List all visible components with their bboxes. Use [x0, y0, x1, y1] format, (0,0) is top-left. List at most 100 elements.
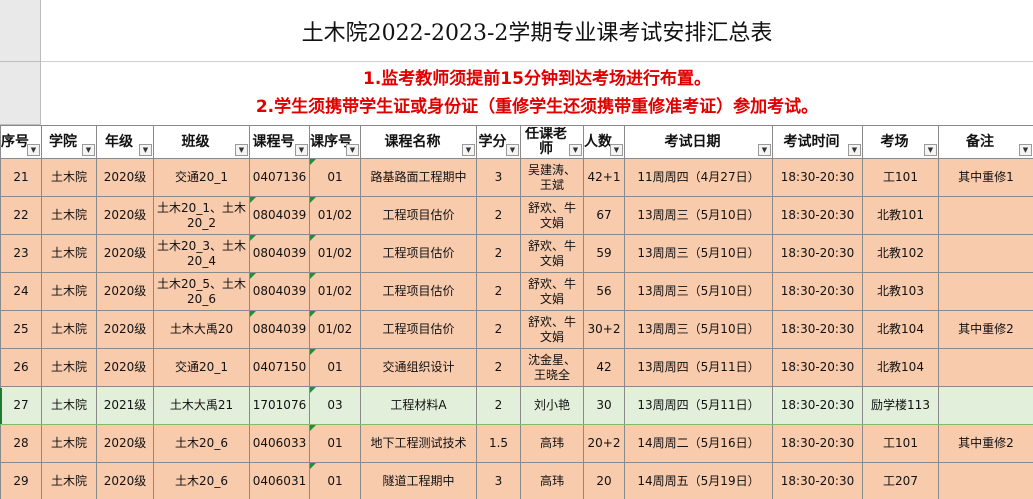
- cell-course-name[interactable]: 工程项目估价: [360, 310, 477, 349]
- table-row[interactable]: 28 土木院 2020级 土木20_6 0406033 01 地下工程测试技术 1.5 高玮 20…: [0, 424, 1033, 463]
- filter-dropdown-icon[interactable]: ▼: [346, 144, 359, 156]
- cell-course-seq[interactable]: 01: [309, 424, 361, 463]
- cell-credit[interactable]: 3: [476, 462, 521, 499]
- cell-exam-date[interactable]: 13周周三（5月10日）: [624, 310, 773, 349]
- cell-teacher[interactable]: 吴建涛、王斌: [520, 158, 584, 197]
- filter-dropdown-icon[interactable]: ▼: [569, 144, 582, 156]
- cell-exam-room[interactable]: 北教104: [862, 310, 939, 349]
- cell-credit[interactable]: 2: [476, 272, 521, 311]
- cell-class[interactable]: 交通20_1: [153, 348, 250, 387]
- cell-seq[interactable]: 26: [0, 348, 42, 387]
- cell-teacher[interactable]: 舒欢、牛文娟: [520, 196, 584, 235]
- cell-course-seq[interactable]: 01/02: [309, 310, 361, 349]
- cell-course-seq[interactable]: 01/02: [309, 272, 361, 311]
- filter-dropdown-icon[interactable]: ▼: [82, 144, 95, 156]
- cell-exam-date[interactable]: 14周周二（5月16日）: [624, 424, 773, 463]
- cell-count[interactable]: 30: [583, 386, 625, 425]
- table-row[interactable]: 26 土木院 2020级 交通20_1 0407150 01 交通组织设计 2 沈金星、王晓全 4…: [0, 348, 1033, 387]
- header-count[interactable]: 人数 ▼: [583, 125, 625, 159]
- cell-course-name[interactable]: 地下工程测试技术: [360, 424, 477, 463]
- cell-exam-date[interactable]: 13周周四（5月11日）: [624, 348, 773, 387]
- cell-exam-room[interactable]: 工207: [862, 462, 939, 499]
- cell-exam-time[interactable]: 18:30-20:30: [772, 196, 863, 235]
- cell-course-seq[interactable]: 03: [309, 386, 361, 425]
- cell-credit[interactable]: 1.5: [476, 424, 521, 463]
- cell-college[interactable]: 土木院: [41, 272, 97, 311]
- cell-exam-time[interactable]: 18:30-20:30: [772, 424, 863, 463]
- cell-credit[interactable]: 2: [476, 196, 521, 235]
- cell-exam-time[interactable]: 18:30-20:30: [772, 348, 863, 387]
- cell-note[interactable]: [938, 234, 1033, 273]
- cell-course-name[interactable]: 交通组织设计: [360, 348, 477, 387]
- filter-dropdown-icon[interactable]: ▼: [924, 144, 937, 156]
- cell-teacher[interactable]: 沈金星、王晓全: [520, 348, 584, 387]
- filter-dropdown-icon[interactable]: ▼: [848, 144, 861, 156]
- cell-college[interactable]: 土木院: [41, 386, 97, 425]
- table-row[interactable]: 21 土木院 2020级 交通20_1 0407136 01 路基路面工程期中 3 吴建涛、王斌…: [0, 158, 1033, 197]
- cell-exam-room[interactable]: 工101: [862, 158, 939, 197]
- cell-college[interactable]: 土木院: [41, 158, 97, 197]
- header-seq[interactable]: 序号 ▼: [0, 125, 42, 159]
- cell-college[interactable]: 土木院: [41, 234, 97, 273]
- cell-college[interactable]: 土木院: [41, 462, 97, 499]
- cell-class[interactable]: 土木大禹20: [153, 310, 250, 349]
- cell-seq[interactable]: 28: [0, 424, 42, 463]
- cell-course-seq[interactable]: 01: [309, 158, 361, 197]
- cell-course-seq[interactable]: 01/02: [309, 234, 361, 273]
- cell-class[interactable]: 交通20_1: [153, 158, 250, 197]
- cell-exam-date[interactable]: 13周周三（5月10日）: [624, 196, 773, 235]
- cell-grade[interactable]: 2020级: [96, 310, 154, 349]
- cell-college[interactable]: 土木院: [41, 196, 97, 235]
- cell-count[interactable]: 59: [583, 234, 625, 273]
- cell-college[interactable]: 土木院: [41, 424, 97, 463]
- cell-note[interactable]: [938, 386, 1033, 425]
- cell-exam-date[interactable]: 13周周四（5月11日）: [624, 386, 773, 425]
- cell-course-no[interactable]: 0407150: [249, 348, 310, 387]
- cell-grade[interactable]: 2020级: [96, 272, 154, 311]
- cell-course-seq[interactable]: 01: [309, 348, 361, 387]
- table-row[interactable]: 25 土木院 2020级 土木大禹20 0804039 01/02 工程项目估价 2 舒欢、牛文…: [0, 310, 1033, 349]
- cell-exam-time[interactable]: 18:30-20:30: [772, 386, 863, 425]
- cell-class[interactable]: 土木20_5、土木20_6: [153, 272, 250, 311]
- header-credit[interactable]: 学分 ▼: [476, 125, 521, 159]
- cell-class[interactable]: 土木20_3、土木20_4: [153, 234, 250, 273]
- cell-teacher[interactable]: 高玮: [520, 462, 584, 499]
- cell-course-name[interactable]: 路基路面工程期中: [360, 158, 477, 197]
- cell-note[interactable]: [938, 196, 1033, 235]
- table-row[interactable]: 24 土木院 2020级 土木20_5、土木20_6 0804039 01/02 工程项目估…: [0, 272, 1033, 311]
- cell-course-name[interactable]: 工程项目估价: [360, 234, 477, 273]
- cell-seq[interactable]: 25: [0, 310, 42, 349]
- cell-exam-room[interactable]: 北教104: [862, 348, 939, 387]
- header-course-no[interactable]: 课程号 ▼: [249, 125, 310, 159]
- cell-note[interactable]: [938, 272, 1033, 311]
- cell-seq[interactable]: 21: [0, 158, 42, 197]
- cell-course-no[interactable]: 0804039: [249, 310, 310, 349]
- header-exam-date[interactable]: 考试日期 ▼: [624, 125, 773, 159]
- cell-count[interactable]: 30+2: [583, 310, 625, 349]
- header-exam-room[interactable]: 考场 ▼: [862, 125, 939, 159]
- cell-exam-time[interactable]: 18:30-20:30: [772, 462, 863, 499]
- cell-grade[interactable]: 2020级: [96, 424, 154, 463]
- cell-course-name[interactable]: 工程材料A: [360, 386, 477, 425]
- cell-seq[interactable]: 23: [0, 234, 42, 273]
- cell-exam-room[interactable]: 工101: [862, 424, 939, 463]
- cell-grade[interactable]: 2021级: [96, 386, 154, 425]
- cell-exam-time[interactable]: 18:30-20:30: [772, 234, 863, 273]
- cell-count[interactable]: 42: [583, 348, 625, 387]
- cell-exam-room[interactable]: 励学楼113: [862, 386, 939, 425]
- cell-credit[interactable]: 2: [476, 348, 521, 387]
- filter-dropdown-icon[interactable]: ▼: [1019, 144, 1032, 156]
- filter-dropdown-icon[interactable]: ▼: [506, 144, 519, 156]
- cell-seq[interactable]: 27: [0, 386, 42, 425]
- header-teacher[interactable]: 任课老师 ▼: [520, 125, 584, 159]
- filter-dropdown-icon[interactable]: ▼: [758, 144, 771, 156]
- cell-course-name[interactable]: 工程项目估价: [360, 272, 477, 311]
- cell-course-name[interactable]: 工程项目估价: [360, 196, 477, 235]
- cell-note[interactable]: [938, 348, 1033, 387]
- cell-note[interactable]: [938, 462, 1033, 499]
- header-grade[interactable]: 年级 ▼: [96, 125, 154, 159]
- cell-course-seq[interactable]: 01: [309, 462, 361, 499]
- filter-dropdown-icon[interactable]: ▼: [235, 144, 248, 156]
- cell-course-no[interactable]: 0406031: [249, 462, 310, 499]
- cell-course-seq[interactable]: 01/02: [309, 196, 361, 235]
